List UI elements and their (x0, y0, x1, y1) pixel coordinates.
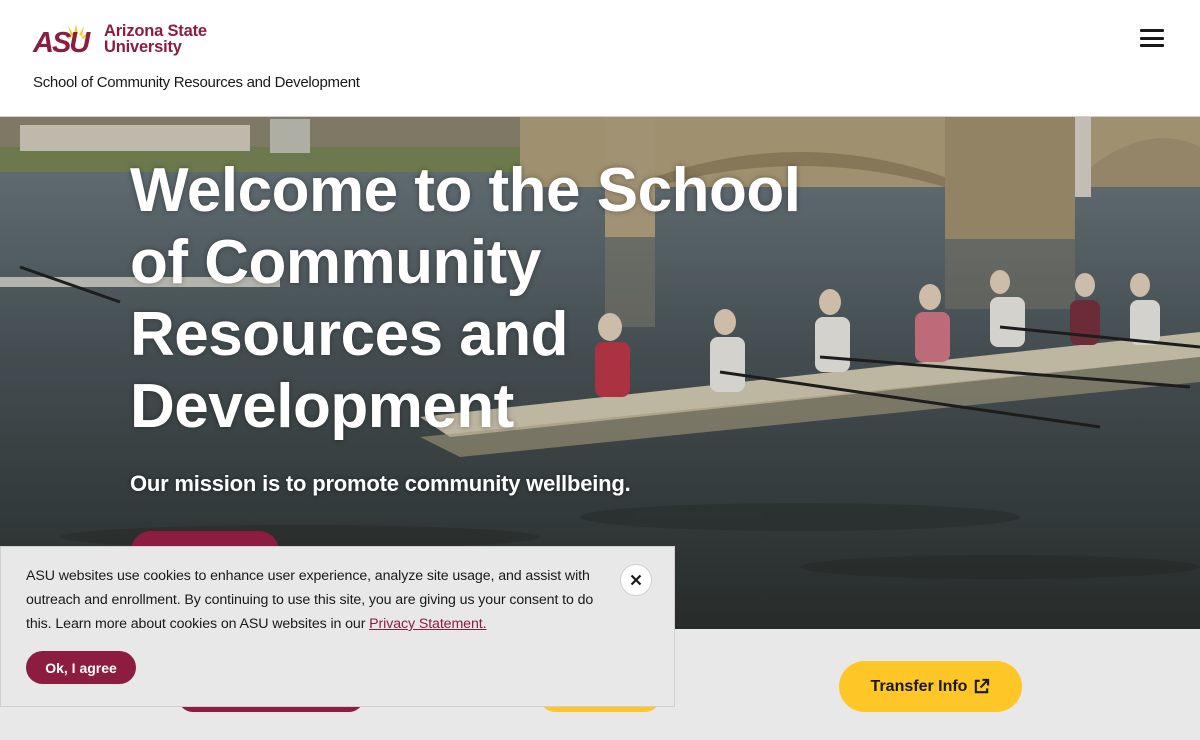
hamburger-menu-icon[interactable] (1140, 27, 1164, 49)
cookie-consent-banner: ASU websites use cookies to enhance user… (0, 546, 675, 707)
logo-wordmark: Arizona State University (104, 22, 207, 56)
logo-line-2: University (104, 38, 182, 56)
logo-line-1: Arizona State (104, 22, 207, 40)
transfer-info-button[interactable]: Transfer Info (839, 661, 1022, 712)
cookie-message-text: ASU websites use cookies to enhance user… (26, 568, 594, 632)
asu-logo[interactable]: ASU Arizona State University (32, 22, 207, 56)
hero-title: Welcome to the School of Community Resou… (130, 155, 830, 443)
hero-title-line-2: of Community (130, 228, 541, 297)
asu-logo-mark: ASU (32, 24, 93, 56)
transfer-info-label: Transfer Info (870, 677, 968, 695)
unit-name[interactable]: School of Community Resources and Develo… (33, 74, 360, 91)
hero-title-line-4: Development (130, 372, 514, 441)
external-link-icon (975, 678, 990, 694)
hero-mission: Our mission is to promote community well… (130, 471, 631, 496)
hero-title-line-1: Welcome to the School (130, 156, 801, 225)
cookie-message: ASU websites use cookies to enhance user… (26, 564, 596, 636)
hero-title-line-3: Resources and (130, 300, 569, 369)
agree-button[interactable]: Ok, I agree (26, 651, 136, 684)
close-icon[interactable] (620, 564, 652, 596)
privacy-statement-link[interactable]: Privacy Statement. (369, 616, 486, 632)
svg-text:ASU: ASU (32, 27, 91, 56)
site-header: ASU Arizona State University School of C… (0, 0, 1200, 117)
